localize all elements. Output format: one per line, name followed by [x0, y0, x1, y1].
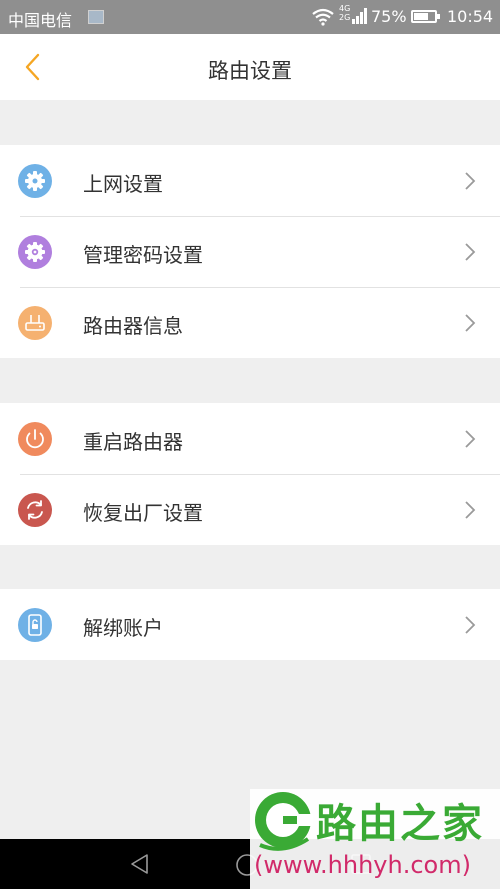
battery-percent: 75%: [371, 7, 407, 26]
menu-item-label: 恢复出厂设置: [83, 501, 203, 525]
watermark-brand: 路由之家: [316, 801, 484, 847]
restore-icon: [18, 493, 52, 527]
menu-item-factory-reset[interactable]: 恢复出厂设置: [0, 474, 500, 545]
back-button[interactable]: [16, 50, 50, 84]
menu-item-internet-settings[interactable]: 上网设置: [0, 145, 500, 216]
menu-item-reboot-router[interactable]: 重启路由器: [0, 403, 500, 474]
chevron-right-icon: [465, 243, 476, 261]
divider: [20, 474, 500, 475]
settings-group-account: 解绑账户: [0, 589, 500, 660]
divider: [20, 216, 500, 217]
power-icon: [18, 422, 52, 456]
wifi-icon: [312, 8, 334, 26]
clock: 10:54: [447, 7, 494, 26]
menu-item-label: 上网设置: [83, 172, 163, 196]
network-type-top: 4G: [339, 4, 351, 13]
status-bar: 中国电信 4G 2G 75% 10:54: [0, 0, 500, 34]
nav-back-icon[interactable]: [128, 852, 152, 876]
menu-item-label: 管理密码设置: [83, 243, 203, 267]
gear-shield-icon: [18, 235, 52, 269]
signal-icon: [352, 8, 367, 24]
battery-icon: [411, 10, 440, 23]
chevron-right-icon: [465, 430, 476, 448]
menu-item-label: 重启路由器: [83, 430, 183, 454]
router-icon: [18, 306, 52, 340]
unbind-phone-icon: [18, 608, 52, 642]
chevron-right-icon: [465, 501, 476, 519]
chevron-left-icon: [25, 53, 40, 81]
chevron-right-icon: [465, 314, 476, 332]
chevron-right-icon: [465, 172, 476, 190]
gear-icon: [18, 164, 52, 198]
menu-item-admin-password-settings[interactable]: 管理密码设置: [0, 216, 500, 287]
watermark-url: (www.hhhyh.com): [254, 851, 471, 879]
menu-item-label: 路由器信息: [83, 314, 183, 338]
gallery-notification-icon: [88, 10, 104, 24]
carrier-name: 中国电信: [8, 11, 73, 30]
brand-logo-icon: [255, 792, 313, 851]
menu-item-unbind-account[interactable]: 解绑账户: [0, 589, 500, 660]
menu-item-label: 解绑账户: [83, 616, 163, 640]
menu-item-router-info[interactable]: 路由器信息: [0, 287, 500, 358]
settings-group-network: 上网设置 管理密码设置 路由器信息: [0, 145, 500, 358]
network-type: 4G 2G: [339, 4, 350, 22]
settings-group-system: 重启路由器 恢复出厂设置: [0, 403, 500, 545]
header: 路由设置: [0, 34, 500, 100]
network-type-bottom: 2G: [339, 13, 351, 22]
page-title: 路由设置: [208, 59, 292, 83]
chevron-right-icon: [465, 616, 476, 634]
watermark: 路由之家 (www.hhhyh.com): [250, 789, 500, 889]
divider: [20, 287, 500, 288]
